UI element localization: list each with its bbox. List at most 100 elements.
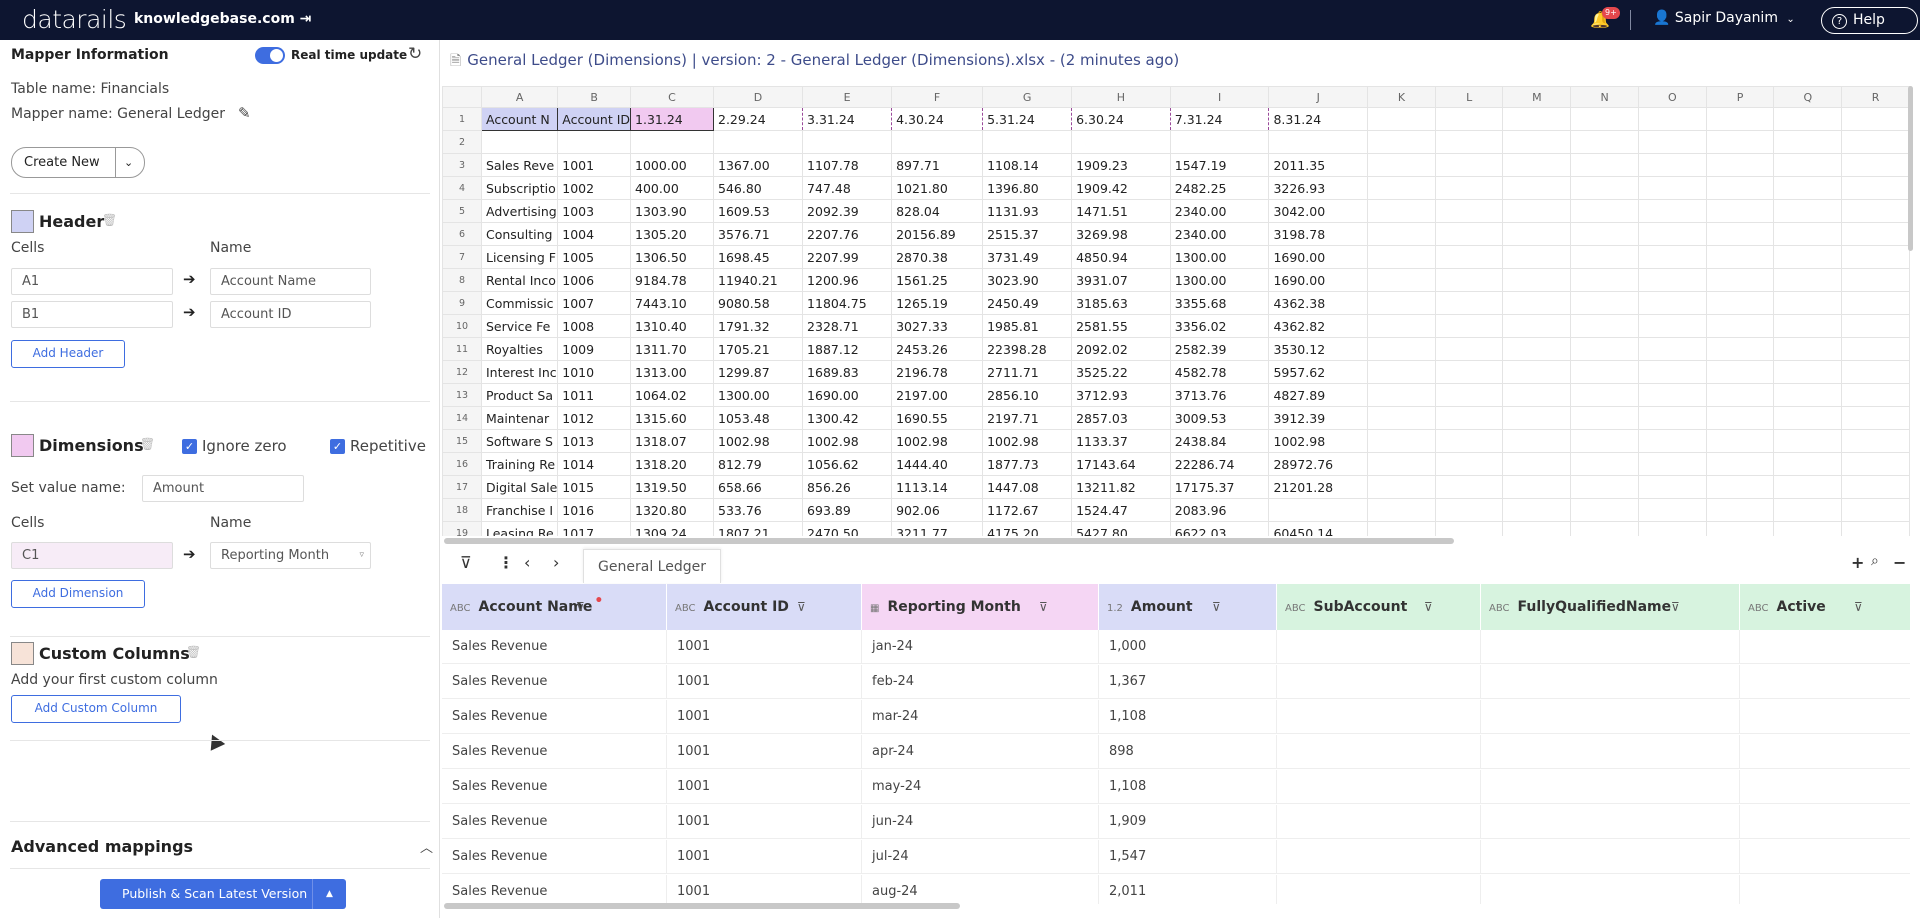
sheet-cell[interactable] [1367, 153, 1436, 177]
sheet-cell[interactable]: 22398.28 [982, 337, 1073, 361]
sheet-cell[interactable]: 1689.83 [802, 360, 893, 384]
sheet-cell[interactable]: 812.79 [712, 452, 804, 476]
sheet-cell[interactable]: 17143.64 [1071, 452, 1171, 476]
column-header[interactable]: D [712, 86, 804, 108]
sheet-cell[interactable] [1637, 383, 1707, 407]
sheet-cell[interactable]: 1310.40 [630, 314, 714, 338]
sheet-cell[interactable] [1570, 291, 1639, 315]
sheet-cell[interactable] [1434, 521, 1504, 536]
sheet-cell[interactable]: 3931.07 [1071, 268, 1171, 292]
sheet-cell[interactable]: 5.31.24 [982, 107, 1073, 131]
grid-column-header[interactable]: ABC FullyQualifiedName ⊽ [1481, 584, 1740, 630]
sheet-cell[interactable]: 4582.78 [1169, 360, 1270, 384]
sheet-cell[interactable] [1637, 222, 1707, 246]
sheet-cell[interactable]: 1705.21 [712, 337, 804, 361]
sheet-cell[interactable] [1434, 153, 1504, 177]
sheet-cell[interactable]: 2197.00 [891, 383, 984, 407]
sheet-cell[interactable]: 2857.03 [1071, 406, 1171, 430]
sheet-cell[interactable]: 3355.68 [1169, 291, 1270, 315]
grid-cell[interactable] [1277, 735, 1481, 769]
row-number[interactable]: 16 [442, 452, 482, 476]
grid-cell[interactable] [1277, 770, 1481, 804]
sheet-cell[interactable]: 3.31.24 [802, 107, 893, 131]
sheet-cell[interactable] [1637, 429, 1707, 453]
sheet-cell[interactable] [1434, 245, 1504, 269]
sheet-cell[interactable] [1773, 475, 1843, 499]
sheet-cell[interactable] [1773, 222, 1843, 246]
sheet-cell[interactable] [1773, 153, 1843, 177]
sheet-cell[interactable]: 1006 [557, 268, 632, 292]
sheet-cell[interactable] [712, 130, 804, 154]
row-number[interactable]: 18 [442, 498, 482, 522]
column-header[interactable]: B [557, 86, 632, 108]
sheet-cell[interactable] [1367, 222, 1436, 246]
row-number[interactable]: 9 [442, 291, 482, 315]
sheet-cell[interactable]: 2328.71 [802, 314, 893, 338]
sheet-cell[interactable]: Service Fe [480, 314, 559, 338]
sheet-cell[interactable]: 1017 [557, 521, 632, 536]
sheet-cell[interactable] [1570, 107, 1639, 131]
sheet-cell[interactable]: 2207.76 [802, 222, 893, 246]
sheet-cell[interactable]: 2197.71 [982, 406, 1073, 430]
sheet-cell[interactable] [1570, 130, 1639, 154]
sheet-cell[interactable]: 11804.75 [802, 291, 893, 315]
grid-cell[interactable]: 1001 [667, 700, 862, 734]
row-number[interactable]: 8 [442, 268, 482, 292]
sheet-cell[interactable] [1637, 130, 1707, 154]
sheet-cell[interactable]: 3226.93 [1268, 176, 1369, 200]
sheet-cell[interactable]: 6.30.24 [1071, 107, 1171, 131]
sheet-cell[interactable] [1773, 452, 1843, 476]
sheet-cell[interactable]: 3023.90 [982, 268, 1073, 292]
column-header[interactable]: J [1268, 86, 1369, 108]
sheet-cell[interactable] [1773, 498, 1843, 522]
grid-row[interactable]: Sales Revenue 1001 aug-24 2,011 [442, 875, 1910, 904]
sheet-cell[interactable]: 20156.89 [891, 222, 984, 246]
dimension-name-select[interactable]: Reporting Month ▿ [210, 542, 371, 569]
grid-cell[interactable]: 1001 [667, 665, 862, 699]
sheet-cell[interactable]: 2207.99 [802, 245, 893, 269]
grid-cell[interactable]: 1,000 [1099, 630, 1277, 664]
sheet-cell[interactable]: 1053.48 [712, 406, 804, 430]
filter-icon[interactable]: ⊽ [1854, 584, 1863, 630]
refresh-icon[interactable]: ↻ [408, 44, 422, 64]
sheet-cell[interactable] [1637, 452, 1707, 476]
sheet-cell[interactable] [1773, 337, 1843, 361]
vertical-scrollbar[interactable] [1908, 86, 1913, 251]
sheet-cell[interactable] [1502, 452, 1572, 476]
sheet-cell[interactable] [1637, 153, 1707, 177]
sheet-cell[interactable]: 1319.50 [630, 475, 714, 499]
sheet-cell[interactable] [1705, 521, 1775, 536]
sheet-cell[interactable]: 1002.98 [891, 429, 984, 453]
sheet-cell[interactable]: 1396.80 [982, 176, 1073, 200]
row-number[interactable]: 17 [442, 475, 482, 499]
sheet-cell[interactable]: 1010 [557, 360, 632, 384]
sheet-cell[interactable]: 3042.00 [1268, 199, 1369, 223]
sheet-cell[interactable]: 1609.53 [712, 199, 804, 223]
column-header[interactable]: H [1071, 86, 1171, 108]
sheet-cell[interactable]: 3712.93 [1071, 383, 1171, 407]
realtime-toggle[interactable] [255, 47, 285, 64]
grid-row[interactable]: Sales Revenue 1001 jan-24 1,000 [442, 630, 1910, 664]
sheet-cell[interactable]: 1005 [557, 245, 632, 269]
sheet-cell[interactable]: Advertising [480, 199, 559, 223]
sheet-cell[interactable] [1434, 406, 1504, 430]
sheet-cell[interactable]: 1791.32 [712, 314, 804, 338]
sheet-cell[interactable] [1637, 314, 1707, 338]
sheet-cell[interactable] [1705, 268, 1775, 292]
tab-general-ledger[interactable]: General Ledger [583, 549, 721, 583]
sheet-cell[interactable]: 2870.38 [891, 245, 984, 269]
sheet-cell[interactable]: 1807.21 [712, 521, 804, 536]
grid-cell[interactable]: 1001 [667, 805, 862, 839]
sheet-cell[interactable] [1367, 360, 1436, 384]
sheet-cell[interactable]: 5957.62 [1268, 360, 1369, 384]
sheet-cell[interactable] [1637, 498, 1707, 522]
sheet-cell[interactable] [1367, 452, 1436, 476]
sheet-cell[interactable]: 1690.55 [891, 406, 984, 430]
sheet-cell[interactable]: 1011 [557, 383, 632, 407]
grid-cell[interactable]: 1,909 [1099, 805, 1277, 839]
grid-cell[interactable] [1481, 805, 1740, 839]
column-header[interactable]: I [1169, 86, 1270, 108]
sheet-cell[interactable] [1841, 176, 1910, 200]
sheet-cell[interactable]: Maintenar [480, 406, 559, 430]
sheet-cell[interactable] [1841, 406, 1910, 430]
